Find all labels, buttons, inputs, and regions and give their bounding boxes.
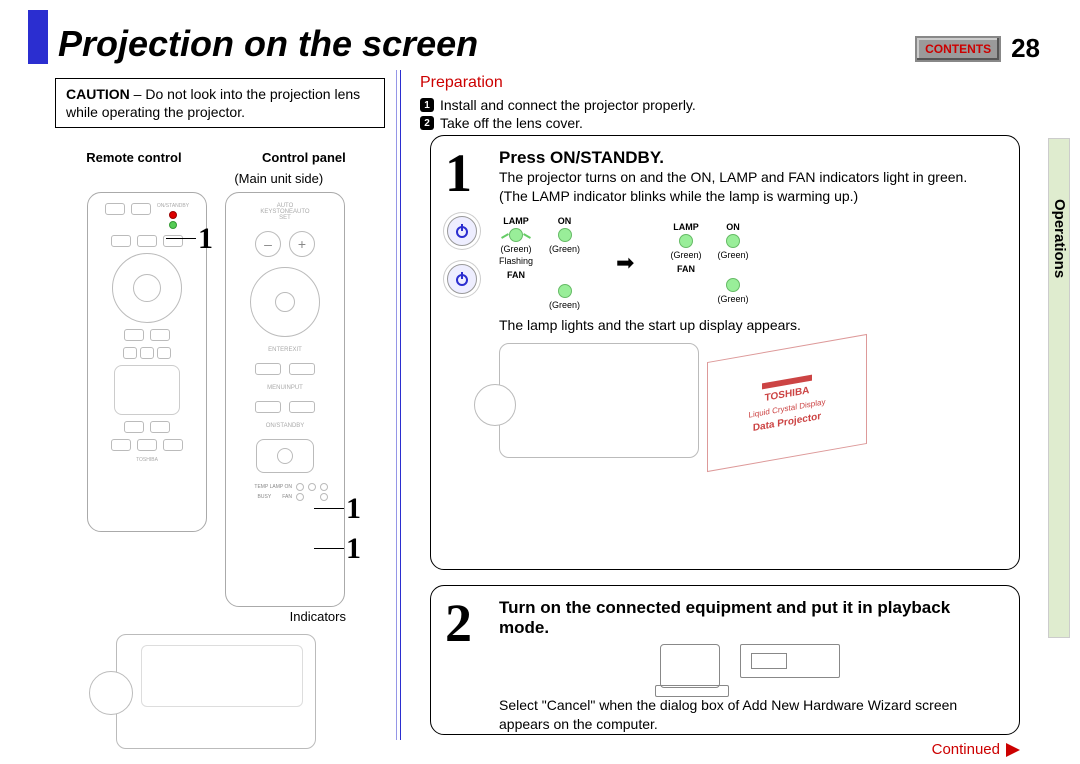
- ind-lamp-label: LAMP: [673, 222, 699, 232]
- bullet-2: 2: [420, 116, 434, 130]
- projector-startup-illustration: TOSHIBA Liquid Crystal Display Data Proj…: [499, 343, 1001, 458]
- continued-indicator: Continued: [932, 741, 1020, 758]
- laptop-icon: [660, 644, 720, 688]
- step-1-title: Press ON/STANDBY.: [499, 148, 1001, 168]
- ind-on-label: ON: [726, 222, 740, 232]
- preparation-block: Preparation 1 Install and connect the pro…: [420, 74, 696, 132]
- remote-callout: 1: [198, 222, 213, 256]
- step-2-note: Select "Cancel" when the dialog box of A…: [499, 696, 1001, 734]
- step-2-card: 2 Turn on the connected equipment and pu…: [430, 585, 1020, 735]
- projector-illustration: [116, 634, 316, 749]
- ind-fan-label: FAN: [507, 270, 525, 280]
- divider: [400, 70, 401, 740]
- step-1-line1: The projector turns on and the ON, LAMP …: [499, 168, 1001, 187]
- step-2-title: Turn on the connected equipment and put …: [499, 598, 1001, 638]
- arrow-right-icon: ➡: [616, 250, 634, 276]
- divider: [396, 70, 397, 740]
- indicators-label: Indicators: [46, 609, 386, 624]
- section-tab: Operations: [1048, 138, 1070, 638]
- page-title: Projection on the screen: [58, 24, 915, 64]
- panel-label: Control panel: [262, 150, 346, 165]
- contents-button[interactable]: CONTENTS: [915, 36, 1001, 62]
- ind-green: (Green): [718, 250, 749, 260]
- ind-fan-label: FAN: [677, 264, 695, 274]
- prep-item-2: Take off the lens cover.: [440, 114, 583, 132]
- control-panel-illustration: AUTOKEYSTONEAUTOSET –+ ENTEREXIT MENUINP…: [225, 192, 345, 607]
- left-column: Remote control Control panel (Main unit …: [46, 150, 386, 749]
- power-icon: [447, 216, 477, 246]
- page-number: 28: [1011, 33, 1040, 64]
- section-tab-label: Operations: [1051, 199, 1068, 278]
- bullet-1: 1: [420, 98, 434, 112]
- ind-green: (Green): [718, 294, 749, 304]
- panel-callout-2: 1: [346, 532, 361, 566]
- continued-arrow-icon: [1006, 743, 1020, 757]
- caution-label: CAUTION: [66, 86, 130, 102]
- panel-sub: (Main unit side): [234, 171, 323, 186]
- remote-label: Remote control: [86, 150, 181, 165]
- caution-box: CAUTION – Do not look into the projectio…: [55, 78, 385, 128]
- ind-lamp-label: LAMP: [503, 216, 529, 226]
- continued-label: Continued: [932, 741, 1000, 758]
- step-1-number: 1: [445, 142, 472, 204]
- title-accent-block: [28, 10, 48, 64]
- indicator-diagram: LAMP (Green) Flashing ON (Green) FAN (Green…: [499, 216, 1001, 310]
- step-1-line2: (The LAMP indicator blinks while the lam…: [499, 187, 1001, 206]
- ind-green: (Green): [670, 250, 701, 260]
- power-icon: [447, 264, 477, 294]
- step-1-card: 1 Press ON/STANDBY. The projector turns …: [430, 135, 1020, 570]
- preparation-title: Preparation: [420, 74, 696, 92]
- prep-item-1: Install and connect the projector proper…: [440, 96, 696, 114]
- ind-green: (Green): [549, 300, 580, 310]
- vcr-icon: [740, 644, 840, 678]
- ind-on-label: ON: [558, 216, 572, 226]
- ind-green: (Green): [501, 244, 532, 254]
- ind-green: (Green): [549, 244, 580, 254]
- step-2-number: 2: [445, 592, 472, 654]
- step-1-line3: The lamp lights and the start up display…: [499, 316, 1001, 335]
- panel-callout-1: 1: [346, 492, 361, 526]
- ind-flashing: Flashing: [499, 256, 533, 266]
- remote-control-illustration: ON/STANDBY TOSHIBA: [87, 192, 207, 532]
